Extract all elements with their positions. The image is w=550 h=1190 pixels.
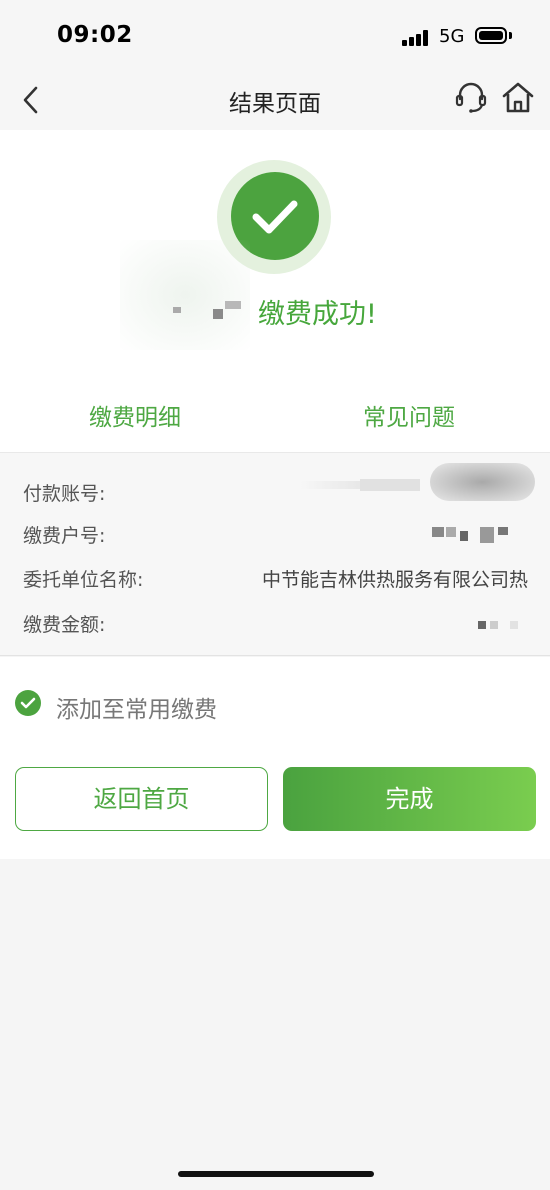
customer-service-icon[interactable] <box>454 80 488 114</box>
masked-amount <box>470 619 530 633</box>
nav-bar: 结果页面 <box>0 70 550 130</box>
payment-detail-link[interactable]: 缴费明细 <box>89 398 181 432</box>
payment-details: 付款账号: 缴费户号: 委托单位名称: 中节能吉林供热服务有限公司热 缴费金额: <box>0 452 550 656</box>
status-time: 09:02 <box>57 22 133 48</box>
battery-icon <box>475 27 507 44</box>
payment-amount-label: 缴费金额: <box>23 614 106 636</box>
entrusting-unit-label: 委托单位名称: <box>23 569 144 591</box>
return-home-button[interactable]: 返回首页 <box>15 767 268 831</box>
add-frequent-payment-label[interactable]: 添加至常用缴费 <box>56 690 217 724</box>
battery-tip <box>509 32 512 39</box>
network-type: 5G <box>439 26 465 47</box>
faq-link[interactable]: 常见问题 <box>363 398 455 432</box>
blurred-area <box>120 240 250 350</box>
home-indicator <box>178 1171 374 1177</box>
payer-account-label: 付款账号: <box>23 483 106 505</box>
home-icon[interactable] <box>500 80 536 114</box>
masked-account <box>300 459 540 509</box>
status-bar: 09:02 5G <box>0 0 550 70</box>
payment-account-label: 缴费户号: <box>23 525 106 547</box>
success-message: 缴费成功! <box>258 299 377 330</box>
entrusting-unit-value: 中节能吉林供热服务有限公司热 <box>261 569 528 591</box>
masked-payment-account <box>430 523 530 553</box>
done-button[interactable]: 完成 <box>283 767 536 831</box>
signal-icon <box>402 30 430 46</box>
checkbox-checked-icon[interactable] <box>15 690 41 716</box>
